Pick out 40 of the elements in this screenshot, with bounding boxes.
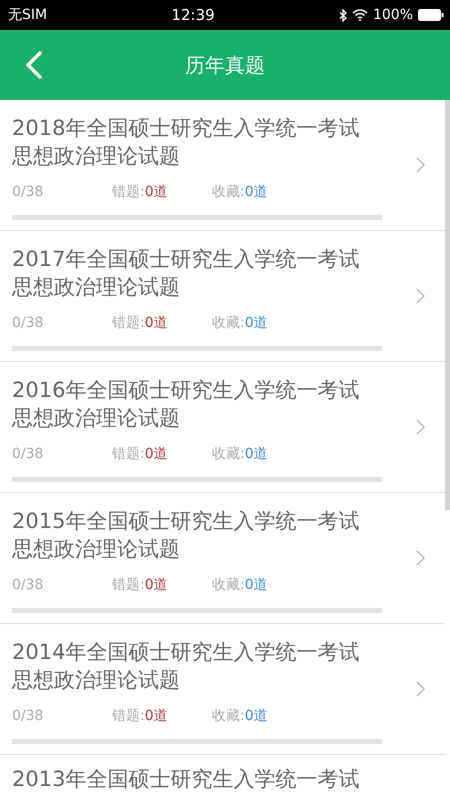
favorite-count: 收藏:0道 — [212, 707, 269, 725]
bluetooth-icon — [338, 8, 347, 22]
wrong-count: 错题:0道 — [112, 707, 169, 725]
exam-list-item[interactable]: 2013年全国硕士研究生入学统一考试 — [0, 755, 445, 793]
favorite-count: 收藏:0道 — [212, 314, 269, 332]
exam-list-item[interactable]: 2016年全国硕士研究生入学统一考试思想政治理论试题 0/38 错题:0道 收藏:0道 — [0, 362, 445, 493]
favorite-count: 收藏:0道 — [212, 445, 269, 463]
exam-title: 2018年全国硕士研究生入学统一考试思想政治理论试题 — [12, 115, 360, 170]
page-title: 历年真题 — [185, 52, 265, 78]
exam-title: 2016年全国硕士研究生入学统一考试思想政治理论试题 — [12, 377, 360, 432]
progress-count: 0/38 — [12, 577, 44, 593]
progress-count: 0/38 — [12, 315, 44, 331]
clock-time: 12:39 — [171, 6, 215, 24]
chevron-icon — [416, 157, 425, 173]
favorite-count: 收藏:0道 — [212, 183, 269, 201]
battery-icon — [418, 9, 444, 21]
exam-list-item[interactable]: 2017年全国硕士研究生入学统一考试思想政治理论试题 0/38 错题:0道 收藏:0道 — [0, 231, 445, 362]
exam-title: 2014年全国硕士研究生入学统一考试思想政治理论试题 — [12, 639, 360, 694]
exam-list-item[interactable]: 2014年全国硕士研究生入学统一考试思想政治理论试题 0/38 错题:0道 收藏:0道 — [0, 624, 445, 755]
progress-count: 0/38 — [12, 184, 44, 200]
back-button[interactable] — [24, 50, 44, 80]
carrier-text: 无SIM — [8, 6, 48, 24]
chevron-icon — [416, 681, 425, 697]
wifi-icon — [352, 9, 368, 21]
progress-count: 0/38 — [12, 708, 44, 724]
favorite-count: 收藏:0道 — [212, 576, 269, 594]
wrong-count: 错题:0道 — [112, 314, 169, 332]
chevron-icon — [416, 288, 425, 304]
chevron-icon — [416, 419, 425, 435]
exam-list-item[interactable]: 2015年全国硕士研究生入学统一考试思想政治理论试题 0/38 错题:0道 收藏:0道 — [0, 493, 445, 624]
progress-count: 0/38 — [12, 446, 44, 462]
wrong-count: 错题:0道 — [112, 183, 169, 201]
chevron-icon — [416, 550, 425, 566]
exam-title: 2013年全国硕士研究生入学统一考试 — [12, 766, 360, 793]
exam-title: 2015年全国硕士研究生入学统一考试思想政治理论试题 — [12, 508, 360, 563]
exam-list-item[interactable]: 2018年全国硕士研究生入学统一考试思想政治理论试题 0/38 错题:0道 收藏:0道 — [0, 100, 445, 231]
wrong-count: 错题:0道 — [112, 445, 169, 463]
wrong-count: 错题:0道 — [112, 576, 169, 594]
exam-title: 2017年全国硕士研究生入学统一考试思想政治理论试题 — [12, 246, 360, 301]
battery-percent: 100% — [372, 7, 413, 23]
